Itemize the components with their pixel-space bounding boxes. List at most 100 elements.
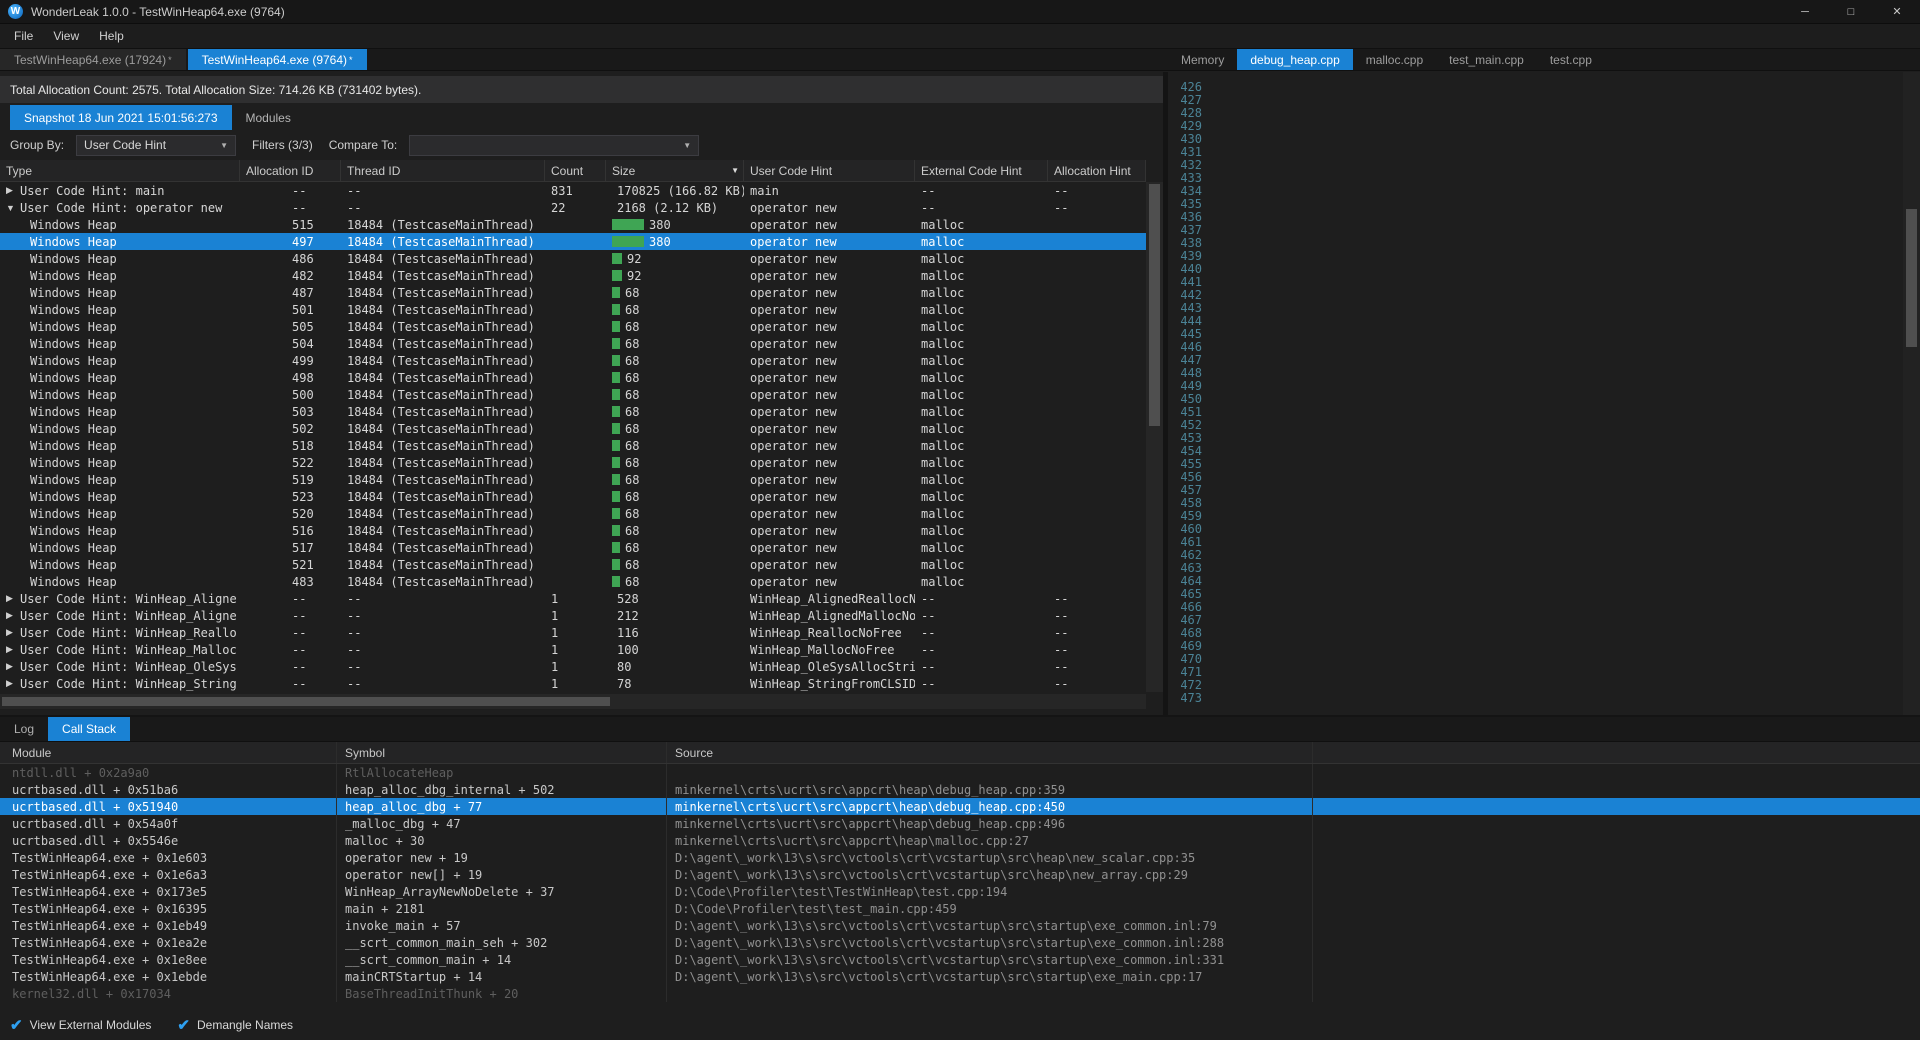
callstack-row[interactable]: TestWinHeap64.exe + 0x1ebde mainCRTStart… (0, 968, 1920, 985)
vertical-scrollbar-thumb[interactable] (1906, 209, 1917, 347)
expand-arrow-icon[interactable]: ▶ (6, 627, 20, 638)
size-value: 68 (625, 558, 639, 572)
cell-type: Windows Heap (0, 471, 240, 488)
allocation-row[interactable]: ▶User Code Hint: WinHeap_Aligne -- -- 1 … (0, 607, 1146, 624)
allocation-row[interactable]: Windows Heap 498 18484 (TestcaseMainThre… (0, 369, 1146, 386)
allocation-row[interactable]: Windows Heap 516 18484 (TestcaseMainThre… (0, 522, 1146, 539)
column-header-thread-id[interactable]: Thread ID (341, 160, 545, 181)
file-tab[interactable]: test_main.cpp (1436, 49, 1537, 70)
expand-arrow-icon[interactable]: ▶ (6, 593, 20, 604)
allocation-row[interactable]: Windows Heap 486 18484 (TestcaseMainThre… (0, 250, 1146, 267)
close-button[interactable]: ✕ (1874, 0, 1920, 23)
column-header-allocation-hint[interactable]: Allocation Hint (1048, 160, 1146, 181)
column-header-user-code-hint[interactable]: User Code Hint (744, 160, 915, 181)
allocation-row[interactable]: ▶User Code Hint: WinHeap_Malloc -- -- 1 … (0, 641, 1146, 658)
allocation-row[interactable]: Windows Heap 505 18484 (TestcaseMainThre… (0, 318, 1146, 335)
menu-item[interactable]: View (43, 24, 89, 48)
allocation-row[interactable]: Windows Heap 497 18484 (TestcaseMainThre… (0, 233, 1146, 250)
size-bar (612, 525, 620, 536)
allocation-row[interactable]: Windows Heap 502 18484 (TestcaseMainThre… (0, 420, 1146, 437)
file-tab[interactable]: debug_heap.cpp (1237, 49, 1352, 70)
callstack-row[interactable]: ucrtbased.dll + 0x5546e malloc + 30 mink… (0, 832, 1920, 849)
process-tab[interactable]: TestWinHeap64.exe (17924)* (0, 49, 186, 70)
allocation-row[interactable]: Windows Heap 520 18484 (TestcaseMainThre… (0, 505, 1146, 522)
column-header-count[interactable]: Count (545, 160, 606, 181)
callstack-row[interactable]: ucrtbased.dll + 0x54a0f _malloc_dbg + 47… (0, 815, 1920, 832)
allocation-row[interactable]: Windows Heap 504 18484 (TestcaseMainThre… (0, 335, 1146, 352)
callstack-row[interactable]: TestWinHeap64.exe + 0x1e8ee __scrt_commo… (0, 951, 1920, 968)
callstack-row[interactable]: TestWinHeap64.exe + 0x1e603 operator new… (0, 849, 1920, 866)
allocation-row[interactable]: ▶User Code Hint: main -- -- 831 170825 (… (0, 182, 1146, 199)
allocation-row[interactable]: ▶User Code Hint: WinHeap_String -- -- 1 … (0, 675, 1146, 692)
group-by-dropdown[interactable]: User Code Hint ▼ (76, 135, 236, 156)
expand-arrow-icon[interactable]: ▶ (6, 678, 20, 689)
column-header-symbol[interactable]: Symbol (337, 742, 667, 763)
bottom-tab[interactable]: Log (0, 717, 48, 741)
file-tab[interactable]: malloc.cpp (1353, 49, 1436, 70)
checkbox-option[interactable]: ✔ Demangle Names (177, 1016, 293, 1034)
window-controls: ─ □ ✕ (1782, 0, 1920, 23)
compare-to-dropdown[interactable]: ▼ (409, 135, 699, 156)
allocation-row[interactable]: Windows Heap 483 18484 (TestcaseMainThre… (0, 573, 1146, 590)
callstack-row[interactable]: TestWinHeap64.exe + 0x173e5 WinHeap_Arra… (0, 883, 1920, 900)
checkbox-option[interactable]: ✔ View External Modules (10, 1016, 151, 1034)
expand-arrow-icon[interactable]: ▼ (6, 203, 20, 213)
callstack-row[interactable]: ucrtbased.dll + 0x51ba6 heap_alloc_dbg_i… (0, 781, 1920, 798)
allocation-row[interactable]: Windows Heap 517 18484 (TestcaseMainThre… (0, 539, 1146, 556)
file-tab[interactable]: Memory (1168, 49, 1237, 70)
callstack-row[interactable]: TestWinHeap64.exe + 0x16395 main + 2181 … (0, 900, 1920, 917)
allocation-row[interactable]: ▼User Code Hint: operator new -- -- 22 2… (0, 199, 1146, 216)
code-line: 429 (1168, 120, 1920, 133)
allocation-row[interactable]: ▶User Code Hint: WinHeap_OleSys -- -- 1 … (0, 658, 1146, 675)
allocation-row[interactable]: Windows Heap 501 18484 (TestcaseMainThre… (0, 301, 1146, 318)
process-tab[interactable]: TestWinHeap64.exe (9764)* (188, 49, 367, 70)
cell-size: 68 (606, 488, 744, 505)
allocation-table-vertical-scrollbar[interactable] (1146, 182, 1163, 692)
callstack-row[interactable]: kernel32.dll + 0x17034 BaseThreadInitThu… (0, 985, 1920, 1002)
column-header-external-code-hint[interactable]: External Code Hint (915, 160, 1048, 181)
allocation-row[interactable]: Windows Heap 515 18484 (TestcaseMainThre… (0, 216, 1146, 233)
column-header-source[interactable]: Source (667, 742, 1313, 763)
cell-spacer (1313, 764, 1920, 781)
callstack-row[interactable]: ntdll.dll + 0x2a9a0 RtlAllocateHeap (0, 764, 1920, 781)
cell-spacer (1313, 781, 1920, 798)
expand-arrow-icon[interactable]: ▶ (6, 661, 20, 672)
cell-spacer (1313, 832, 1920, 849)
bottom-tab[interactable]: Call Stack (48, 717, 130, 741)
allocation-row[interactable]: Windows Heap 487 18484 (TestcaseMainThre… (0, 284, 1146, 301)
allocation-table-horizontal-scrollbar[interactable] (0, 694, 1146, 709)
callstack-row[interactable]: TestWinHeap64.exe + 0x1ea2e __scrt_commo… (0, 934, 1920, 951)
filters-button[interactable]: Filters (3/3) (248, 138, 317, 152)
allocation-row[interactable]: Windows Heap 522 18484 (TestcaseMainThre… (0, 454, 1146, 471)
allocation-row[interactable]: Windows Heap 521 18484 (TestcaseMainThre… (0, 556, 1146, 573)
callstack-row[interactable]: TestWinHeap64.exe + 0x1e6a3 operator new… (0, 866, 1920, 883)
column-header-type[interactable]: Type (0, 160, 240, 181)
allocation-row[interactable]: Windows Heap 499 18484 (TestcaseMainThre… (0, 352, 1146, 369)
view-tab[interactable]: Modules (232, 105, 305, 130)
menu-item[interactable]: Help (89, 24, 134, 48)
source-vertical-scrollbar[interactable] (1903, 72, 1920, 715)
vertical-scrollbar-thumb[interactable] (1149, 184, 1160, 426)
allocation-row[interactable]: ▶User Code Hint: WinHeap_Reallo -- -- 1 … (0, 624, 1146, 641)
maximize-button[interactable]: □ (1828, 0, 1874, 23)
column-header-allocation-id[interactable]: Allocation ID (240, 160, 341, 181)
expand-arrow-icon[interactable]: ▶ (6, 185, 20, 196)
file-tab[interactable]: test.cpp (1537, 49, 1605, 70)
allocation-row[interactable]: Windows Heap 500 18484 (TestcaseMainThre… (0, 386, 1146, 403)
callstack-row[interactable]: TestWinHeap64.exe + 0x1eb49 invoke_main … (0, 917, 1920, 934)
horizontal-scrollbar-thumb[interactable] (2, 697, 610, 706)
column-header-module[interactable]: Module (0, 742, 337, 763)
column-header-size[interactable]: Size ▼ (606, 160, 744, 181)
expand-arrow-icon[interactable]: ▶ (6, 610, 20, 621)
allocation-row[interactable]: Windows Heap 503 18484 (TestcaseMainThre… (0, 403, 1146, 420)
allocation-row[interactable]: Windows Heap 482 18484 (TestcaseMainThre… (0, 267, 1146, 284)
allocation-row[interactable]: Windows Heap 519 18484 (TestcaseMainThre… (0, 471, 1146, 488)
view-tab[interactable]: Snapshot 18 Jun 2021 15:01:56:273 (10, 105, 232, 130)
minimize-button[interactable]: ─ (1782, 0, 1828, 23)
allocation-row[interactable]: ▶User Code Hint: WinHeap_Aligne -- -- 1 … (0, 590, 1146, 607)
menu-item[interactable]: File (4, 24, 43, 48)
allocation-row[interactable]: Windows Heap 518 18484 (TestcaseMainThre… (0, 437, 1146, 454)
expand-arrow-icon[interactable]: ▶ (6, 644, 20, 655)
allocation-row[interactable]: Windows Heap 523 18484 (TestcaseMainThre… (0, 488, 1146, 505)
callstack-row[interactable]: ucrtbased.dll + 0x51940 heap_alloc_dbg +… (0, 798, 1920, 815)
